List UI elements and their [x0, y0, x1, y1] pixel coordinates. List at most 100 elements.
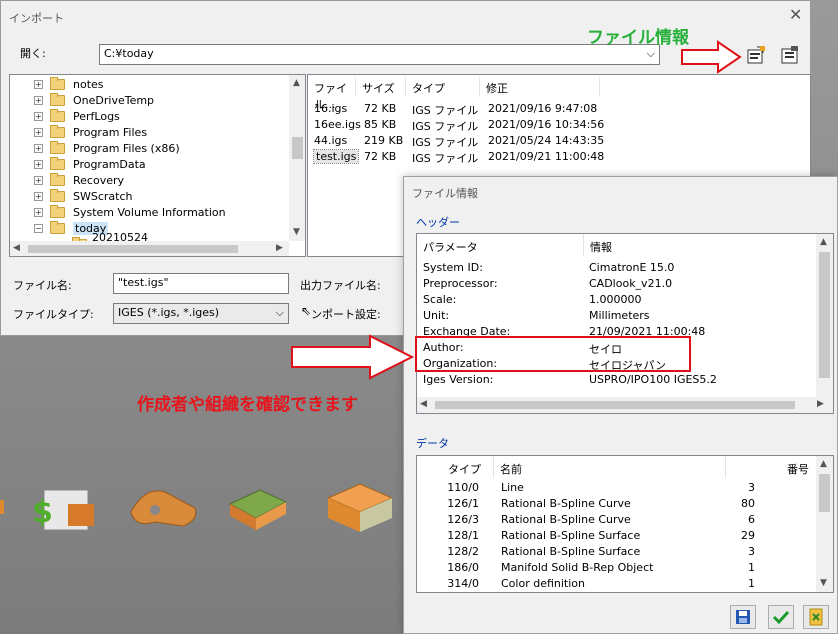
expand-icon[interactable]: + [34, 112, 43, 121]
header-row[interactable]: Iges Version: USPRO/IPO100 IGES5.2 [417, 372, 815, 388]
mold-block-icon[interactable] [322, 480, 398, 536]
header-column-info[interactable]: 情報 [583, 234, 813, 256]
cost-sheet-icon[interactable]: $ [30, 486, 100, 536]
scroll-right-icon[interactable]: ▶ [817, 399, 824, 409]
path-combobox[interactable]: C:¥today ⌵ [99, 44, 660, 65]
folder-icon [50, 189, 65, 202]
data-row[interactable]: 110/0 Line 3 [417, 480, 815, 496]
scroll-left-icon[interactable]: ◀ [420, 399, 427, 409]
file-info-dialog: ファイル情報 ヘッダー パラメータ 情報 System ID: CimatronE… [403, 176, 838, 634]
file-type: IGS ファイル [412, 136, 479, 149]
data-row[interactable]: 314/0 Color definition 1 [417, 576, 815, 592]
folder-icon [50, 173, 65, 186]
file-type: IGS ファイル [412, 104, 479, 117]
header-param: Preprocessor: [423, 277, 498, 290]
data-row[interactable]: 126/1 Rational B-Spline Curve 80 [417, 496, 815, 512]
scroll-right-icon[interactable]: ▶ [276, 243, 283, 253]
export-icon [809, 608, 823, 626]
data-column-number[interactable]: 番号 [725, 456, 815, 478]
file-size: 72 KB [364, 150, 397, 163]
data-row[interactable]: 126/3 Rational B-Spline Curve 6 [417, 512, 815, 528]
header-value: 1.000000 [589, 293, 642, 306]
expand-icon[interactable]: + [34, 128, 43, 137]
header-value: Millimeters [589, 309, 650, 322]
data-row[interactable]: 128/2 Rational B-Spline Surface 3 [417, 544, 815, 560]
scroll-thumb[interactable] [819, 252, 830, 378]
file-name: 16ee.igs [314, 118, 361, 131]
close-icon[interactable]: ✕ [789, 5, 802, 24]
column-header-modified[interactable]: 修正 [480, 77, 600, 97]
data-row[interactable]: 186/0 Manifold Solid B-Rep Object 1 [417, 560, 815, 576]
header-column-param[interactable]: パラメータ [417, 234, 583, 256]
file-row[interactable]: 16ee.igs 85 KB IGS ファイル 2021/09/16 10:34:56 [308, 117, 604, 133]
tree-horizontal-scrollbar[interactable]: ◀ ▶ [10, 241, 289, 256]
chevron-down-icon[interactable]: ⌵ [276, 306, 284, 320]
scroll-up-icon[interactable]: ▲ [820, 237, 827, 247]
scroll-thumb[interactable] [435, 401, 795, 409]
scroll-thumb[interactable] [28, 245, 238, 253]
data-number: 1 [748, 577, 755, 590]
filetype-select[interactable]: IGES (*.igs, *.iges) ⌵ [113, 303, 289, 324]
scroll-up-icon[interactable]: ▲ [820, 459, 827, 469]
save-button[interactable] [730, 605, 756, 629]
file-row[interactable]: 44.igs 219 KB IGS ファイル 2021/05/24 14:43:35 [308, 133, 604, 149]
scroll-down-icon[interactable]: ▼ [293, 227, 300, 237]
header-horizontal-scrollbar[interactable]: ◀ ▶ [417, 397, 833, 413]
data-table[interactable]: タイプ 名前 番号 110/0 Line 3 126/1 Rational B-Spli… [416, 455, 834, 593]
file-info-button[interactable] [745, 45, 769, 67]
expand-icon[interactable]: + [34, 96, 43, 105]
data-vertical-scrollbar[interactable]: ▲ ▼ [816, 456, 833, 592]
data-row[interactable]: 128/1 Rational B-Spline Surface 29 [417, 528, 815, 544]
file-name: 16.igs [314, 102, 348, 115]
filename-input[interactable]: "test.igs" [113, 273, 289, 294]
file-row[interactable]: 16.igs 72 KB IGS ファイル 2021/09/16 9:47:08 [308, 101, 598, 117]
data-type: 186/0 [447, 561, 479, 574]
file-name: test.igs [312, 149, 360, 164]
data-name: Rational B-Spline Surface [501, 529, 641, 542]
column-header-name[interactable]: ファイル... [308, 77, 356, 111]
header-group-label: ヘッダー [416, 216, 460, 229]
header-param: System ID: [423, 261, 483, 274]
file-row[interactable]: test.igs 72 KB IGS ファイル 2021/09/21 11:00:48 [308, 149, 604, 165]
header-row[interactable]: Scale: 1.000000 [417, 292, 815, 308]
sheet-metal-icon[interactable] [222, 484, 292, 536]
collapse-icon[interactable]: − [34, 224, 43, 233]
filename-label: ファイル名: [13, 279, 72, 292]
check-icon [772, 610, 790, 625]
folder-tree[interactable]: + notes + OneDriveTemp + PerfLogs + Program Fil… [9, 74, 306, 257]
file-type: IGS ファイル [412, 120, 479, 133]
path-value: C:¥today [104, 47, 154, 60]
expand-icon[interactable]: + [34, 192, 43, 201]
header-table[interactable]: パラメータ 情報 System ID: CimatronE 15.0 Preproc… [416, 233, 834, 414]
data-column-type[interactable]: タイプ [417, 456, 493, 478]
file-modified: 2021/05/24 14:43:35 [488, 134, 605, 147]
chevron-down-icon[interactable]: ⌵ [647, 47, 655, 61]
header-vertical-scrollbar[interactable]: ▲ [816, 234, 833, 397]
export-button[interactable] [803, 605, 829, 629]
ok-button[interactable] [768, 605, 794, 629]
properties-button[interactable] [779, 45, 803, 67]
bent-part-icon[interactable] [125, 482, 205, 536]
scroll-up-icon[interactable]: ▲ [293, 78, 300, 88]
header-row[interactable]: System ID: CimatronE 15.0 [417, 260, 815, 276]
save-icon [736, 610, 750, 624]
expand-icon[interactable]: + [34, 208, 43, 217]
tree-item-label: SWScratch [73, 190, 133, 203]
scroll-thumb[interactable] [819, 474, 830, 512]
expand-icon[interactable]: + [34, 160, 43, 169]
scroll-thumb[interactable] [292, 137, 303, 159]
expand-icon[interactable]: + [34, 80, 43, 89]
tree-item-label: PerfLogs [73, 110, 120, 123]
tree-item-label: Program Files (x86) [73, 142, 180, 155]
expand-icon[interactable]: + [34, 144, 43, 153]
header-row[interactable]: Unit: Millimeters [417, 308, 815, 324]
expand-icon[interactable]: + [34, 176, 43, 185]
data-number: 3 [748, 481, 755, 494]
scroll-left-icon[interactable]: ◀ [13, 243, 20, 253]
tree-vertical-scrollbar[interactable]: ▲ ▼ [289, 75, 305, 241]
column-header-type[interactable]: タイプ [406, 77, 480, 97]
column-header-size[interactable]: サイズ [356, 77, 406, 97]
scroll-down-icon[interactable]: ▼ [820, 578, 827, 588]
header-row[interactable]: Preprocessor: CADlook_v21.0 [417, 276, 815, 292]
data-column-name[interactable]: 名前 [493, 456, 725, 478]
